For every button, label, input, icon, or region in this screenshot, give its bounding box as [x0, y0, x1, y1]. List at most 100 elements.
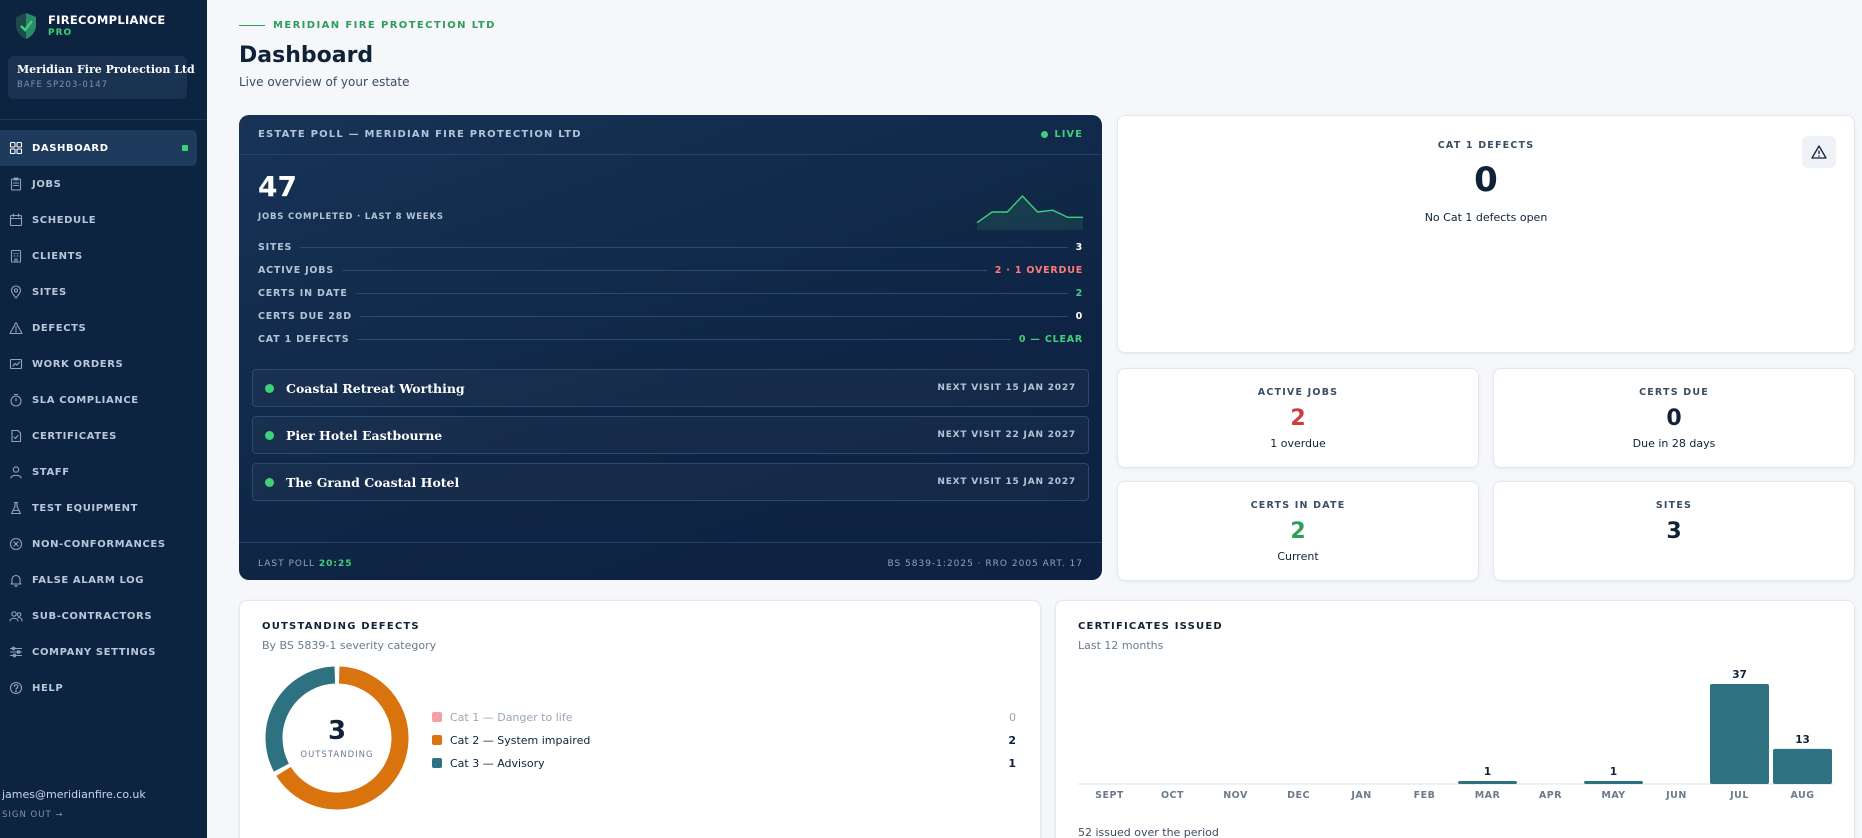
certs-in-date-card[interactable]: CERTS IN DATE 2 Current — [1117, 481, 1479, 581]
alert-button[interactable] — [1802, 136, 1836, 168]
site-next-visit: NEXT VISIT 15 JAN 2027 — [937, 383, 1076, 393]
legend-swatch — [432, 758, 442, 768]
x-tick-label: OCT — [1161, 790, 1184, 801]
user-email: james@meridianfire.co.uk — [2, 788, 146, 801]
bell-icon — [9, 573, 23, 587]
poll-metric-row: ACTIVE JOBS 2 · 1 OVERDUE — [258, 263, 1083, 277]
people-icon — [9, 609, 23, 623]
bar-may — [1584, 781, 1643, 784]
bar-value-label: 1 — [1610, 766, 1617, 778]
company-name: Meridian Fire Protection Ltd — [17, 63, 195, 76]
live-indicator: LIVE — [1041, 129, 1083, 140]
active-jobs-label: ACTIVE JOBS — [1257, 387, 1339, 398]
last-poll-label: LAST POLL — [258, 559, 315, 569]
certs-in-date-value: 2 — [1290, 519, 1306, 544]
sites-value: 3 — [1666, 519, 1682, 544]
sidebar-item-label: JOBS — [32, 178, 62, 190]
bar-mar — [1458, 781, 1517, 784]
grid-icon — [9, 141, 23, 155]
x-tick-label: DEC — [1287, 790, 1310, 801]
bar-value-label: 1 — [1484, 766, 1491, 778]
jobs-sparkline — [976, 194, 1083, 230]
sidebar-item-schedule[interactable]: SCHEDULE — [0, 202, 197, 238]
sidebar-item-label: STAFF — [32, 466, 70, 478]
x-tick-label: MAY — [1601, 790, 1625, 801]
poll-metric-row: CAT 1 DEFECTS 0 — CLEAR — [258, 332, 1083, 346]
poll-metric-value: 2 · 1 OVERDUE — [994, 264, 1083, 276]
estate-poll-panel: ESTATE POLL — MERIDIAN FIRE PROTECTION L… — [239, 115, 1102, 580]
sidebar-item-label: COMPANY SETTINGS — [32, 646, 157, 658]
bar-jul — [1710, 684, 1769, 784]
active-jobs-value: 2 — [1290, 406, 1306, 431]
sidebar-item-clients[interactable]: CLIENTS — [0, 238, 197, 274]
poll-metric-value: 3 — [1075, 241, 1083, 253]
sidebar-item-dashboard[interactable]: DASHBOARD — [0, 130, 197, 166]
sidebar-item-sites[interactable]: SITES — [0, 274, 197, 310]
defects-total: 3 — [327, 716, 347, 746]
sidebar-nav: DASHBOARD JOBS SCHEDULE CLIENTS SITES DEFECTS… — [0, 130, 207, 706]
site-name: Coastal Retreat Worthing — [286, 380, 465, 396]
active-jobs-card[interactable]: ACTIVE JOBS 2 1 overdue — [1117, 368, 1479, 468]
company-switcher[interactable]: Meridian Fire Protection Ltd BAFE SP203-… — [8, 56, 195, 99]
jobs-completed-label: JOBS COMPLETED · LAST 8 WEEKS — [258, 212, 444, 222]
sidebar: FIRECOMPLIANCE PRO Meridian Fire Protect… — [0, 0, 207, 838]
sidebar-item-work-orders[interactable]: WORK ORDERS — [0, 346, 197, 382]
sidebar-item-label: HELP — [32, 682, 64, 694]
site-row[interactable]: Coastal Retreat Worthing NEXT VISIT 15 JA… — [252, 369, 1089, 407]
flask-icon — [9, 501, 23, 515]
sidebar-item-jobs[interactable]: JOBS — [0, 166, 197, 202]
legend-count: 1 — [1008, 756, 1016, 770]
sidebar-item-test-equipment[interactable]: TEST EQUIPMENT — [0, 490, 197, 526]
cat1-defects-card[interactable]: CAT 1 DEFECTS 0 No Cat 1 defects open — [1117, 115, 1855, 353]
active-indicator-dot — [182, 145, 188, 151]
sidebar-item-label: CLIENTS — [32, 250, 83, 262]
sidebar-item-label: SCHEDULE — [32, 214, 97, 226]
person-icon — [9, 465, 23, 479]
sidebar-item-label: DASHBOARD — [32, 142, 109, 154]
sign-out-link[interactable]: SIGN OUT → — [2, 810, 63, 820]
sidebar-item-staff[interactable]: STAFF — [0, 454, 197, 490]
x-tick-label: AUG — [1790, 790, 1814, 801]
site-row[interactable]: Pier Hotel Eastbourne NEXT VISIT 22 JAN 2… — [252, 416, 1089, 454]
x-tick-label: JAN — [1350, 790, 1371, 801]
cat1-value: 0 — [1474, 160, 1498, 200]
sidebar-item-help[interactable]: HELP — [0, 670, 197, 706]
live-label: LIVE — [1054, 129, 1083, 140]
legend-count: 0 — [1009, 710, 1016, 724]
map-pin-icon — [9, 285, 23, 299]
poll-metric-label: SITES — [258, 241, 293, 253]
x-tick-label: JUN — [1665, 790, 1687, 801]
certificates-bar-chart: SEPT OCT NOV DEC JAN FEB 1 MAR APR 1 MAY JUN 37 JUL 13… — [1078, 669, 1834, 801]
poll-header: ESTATE POLL — MERIDIAN FIRE PROTECTION L… — [239, 115, 1102, 155]
sidebar-item-certificates[interactable]: CERTIFICATES — [0, 418, 197, 454]
last-poll-time: 20:25 — [318, 559, 353, 569]
certificates-issued-card: CERTIFICATES ISSUED Last 12 months SEPT O… — [1055, 600, 1855, 838]
certs-chart-footer: 52 issued over the period — [1078, 826, 1219, 838]
site-name: Pier Hotel Eastbourne — [286, 427, 443, 443]
x-tick-label: JUL — [1729, 790, 1749, 801]
brand-name: FIRECOMPLIANCE — [48, 13, 166, 27]
compliance-standard: BS 5839-1:2025 · RRO 2005 ART. 17 — [887, 559, 1083, 569]
legend-item: Cat 2 — System impaired 2 — [432, 732, 1016, 748]
x-tick-label: FEB — [1414, 790, 1436, 801]
sidebar-item-label: CERTIFICATES — [32, 430, 117, 442]
building-icon — [9, 249, 23, 263]
bar-aug — [1773, 748, 1832, 784]
sidebar-item-label: DEFECTS — [32, 322, 87, 334]
sidebar-item-company-settings[interactable]: COMPANY SETTINGS — [0, 634, 197, 670]
sites-card[interactable]: SITES 3 — [1493, 481, 1855, 581]
sidebar-item-sub-contractors[interactable]: SUB-CONTRACTORS — [0, 598, 197, 634]
site-row[interactable]: The Grand Coastal Hotel NEXT VISIT 15 JAN… — [252, 463, 1089, 501]
sidebar-item-false-alarm-log[interactable]: FALSE ALARM LOG — [0, 562, 197, 598]
sidebar-item-non-conformances[interactable]: NON-CONFORMANCES — [0, 526, 197, 562]
legend-swatch — [432, 735, 442, 745]
poll-metric-label: CERTS DUE 28D — [258, 310, 352, 322]
bar-value-label: 37 — [1732, 669, 1747, 681]
sparkline-area — [977, 196, 1083, 230]
certs-due-value: 0 — [1666, 406, 1682, 431]
sidebar-item-defects[interactable]: DEFECTS — [0, 310, 197, 346]
sidebar-item-sla-compliance[interactable]: SLA COMPLIANCE — [0, 382, 197, 418]
brand[interactable]: FIRECOMPLIANCE PRO — [14, 12, 166, 40]
certs-due-card[interactable]: CERTS DUE 0 Due in 28 days — [1493, 368, 1855, 468]
page-title: Dashboard — [239, 43, 374, 68]
